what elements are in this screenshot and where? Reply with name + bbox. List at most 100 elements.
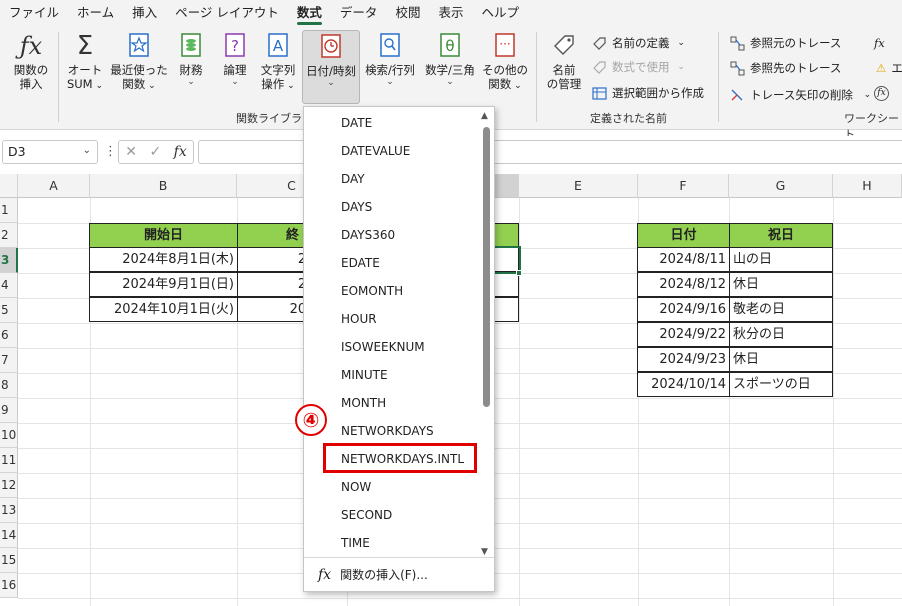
holiday-name-cell[interactable]: 山の日 — [729, 247, 833, 272]
autosum-label-1: オート — [67, 63, 103, 77]
column-header-g[interactable]: G — [729, 174, 833, 198]
enter-icon[interactable]: ✓ — [149, 144, 161, 160]
lookup-button[interactable]: 検索/行列 ⌄ — [364, 32, 416, 87]
recent-functions-button[interactable]: 最近使った 関数 ⌄ — [110, 32, 168, 93]
menu-item-second[interactable]: SECOND — [304, 501, 480, 529]
menu-item-datevalue[interactable]: DATEVALUE — [304, 137, 480, 165]
holiday-name-cell[interactable]: 休日 — [729, 347, 833, 372]
row-header-12[interactable]: 12 — [0, 473, 18, 498]
financial-button[interactable]: 財務 ⌄ — [172, 32, 210, 87]
more-functions-button[interactable]: ··· その他の 関数 ⌄ — [482, 32, 528, 93]
datetime-button[interactable]: 日付/時刻 ⌄ — [302, 30, 360, 104]
holiday-name-cell[interactable]: スポーツの日 — [729, 372, 833, 397]
holiday-date-cell[interactable]: 2024/9/16 — [637, 297, 730, 322]
evaluate-formula-button[interactable]: fx — [874, 86, 889, 101]
row-header-15[interactable]: 15 — [0, 548, 18, 573]
row-header-3[interactable]: 3 — [0, 248, 18, 273]
holiday-date-cell[interactable]: 2024/8/11 — [637, 247, 730, 272]
row-header-8[interactable]: 8 — [0, 373, 18, 398]
menu-item-hour[interactable]: HOUR — [304, 305, 480, 333]
menu-item-networkdays[interactable]: NETWORKDAYS — [304, 417, 480, 445]
menu-item-days360[interactable]: DAYS360 — [304, 221, 480, 249]
trace-precedents-button[interactable]: 参照元のトレース — [730, 34, 841, 52]
select-all-corner[interactable] — [0, 174, 18, 198]
row-header-7[interactable]: 7 — [0, 348, 18, 373]
row-header-4[interactable]: 4 — [0, 273, 18, 298]
name-manager-button[interactable]: 名前 の管理 — [542, 32, 586, 91]
error-checking-button[interactable]: ⚠ エ — [876, 59, 902, 77]
column-header-b[interactable]: B — [90, 174, 237, 198]
header-holiday-name[interactable]: 祝日 — [729, 223, 833, 248]
start-date-cell[interactable]: 2024年10月1日(火) — [89, 297, 238, 322]
column-header-e[interactable]: E — [519, 174, 638, 198]
define-name-button[interactable]: 名前の定義 ⌄ — [592, 34, 685, 52]
menu-item-days[interactable]: DAYS — [304, 193, 480, 221]
cancel-icon[interactable]: ✕ — [125, 144, 137, 160]
scroll-down-icon[interactable]: ▼ — [481, 547, 488, 557]
text-functions-button[interactable]: A 文字列 操作 ⌄ — [258, 32, 298, 93]
dropdown-scrollbar[interactable]: ▲ ▼ — [480, 111, 492, 557]
insert-function-icon[interactable]: fx — [174, 144, 187, 160]
tab-help[interactable]: ヘルプ — [472, 0, 528, 26]
logical-button[interactable]: ? 論理 ⌄ — [216, 32, 254, 87]
row-header-9[interactable]: 9 — [0, 398, 18, 423]
name-box[interactable]: D3 ⌄ — [2, 140, 98, 164]
tab-page-layout[interactable]: ページ レイアウト — [166, 0, 288, 26]
tab-file[interactable]: ファイル — [0, 0, 68, 26]
scrollbar-thumb[interactable] — [483, 127, 490, 407]
remove-arrows-button[interactable]: トレース矢印の削除 ⌄ — [730, 86, 871, 104]
holiday-name-cell[interactable]: 敬老の日 — [729, 297, 833, 322]
column-header-f[interactable]: F — [638, 174, 729, 198]
tab-data[interactable]: データ — [331, 0, 387, 26]
row-header-16[interactable]: 16 — [0, 573, 18, 598]
menu-item-isoweeknum[interactable]: ISOWEEKNUM — [304, 333, 480, 361]
column-header-h[interactable]: H — [833, 174, 902, 198]
tab-home[interactable]: ホーム — [68, 0, 123, 26]
row-header-14[interactable]: 14 — [0, 523, 18, 548]
menu-item-edate[interactable]: EDATE — [304, 249, 480, 277]
insert-function-button[interactable]: ƒx 関数の 挿入 — [8, 32, 54, 91]
holiday-date-cell[interactable]: 2024/10/14 — [637, 372, 730, 397]
holiday-date-cell[interactable]: 2024/9/23 — [637, 347, 730, 372]
insert-function-menu-item[interactable]: fx 関数の挿入(F)... — [304, 557, 494, 591]
fill-handle[interactable] — [516, 270, 522, 276]
math-button[interactable]: θ 数学/三角 ⌄ — [422, 32, 478, 87]
row-header-2[interactable]: 2 — [0, 223, 18, 248]
menu-item-eomonth[interactable]: EOMONTH — [304, 277, 480, 305]
row-header-5[interactable]: 5 — [0, 298, 18, 323]
menu-item-day[interactable]: DAY — [304, 165, 480, 193]
row-header-11[interactable]: 11 — [0, 448, 18, 473]
tab-review[interactable]: 校閲 — [386, 0, 429, 26]
error-checking-label: エ — [891, 61, 902, 75]
scroll-up-icon[interactable]: ▲ — [481, 111, 488, 121]
menu-item-date[interactable]: DATE — [304, 109, 480, 137]
recent-label-1: 最近使った — [110, 63, 168, 77]
holiday-name-cell[interactable]: 休日 — [729, 272, 833, 297]
row-header-10[interactable]: 10 — [0, 423, 18, 448]
row-header-1[interactable]: 1 — [0, 198, 18, 223]
start-date-cell[interactable]: 2024年9月1日(日) — [89, 272, 238, 297]
row-header-6[interactable]: 6 — [0, 323, 18, 348]
tab-insert[interactable]: 挿入 — [123, 0, 166, 26]
tab-view[interactable]: 表示 — [429, 0, 472, 26]
holiday-date-cell[interactable]: 2024/8/12 — [637, 272, 730, 297]
header-holiday-date[interactable]: 日付 — [637, 223, 730, 248]
menu-item-now[interactable]: NOW — [304, 473, 480, 501]
more-options-icon[interactable]: ⋮ — [104, 144, 117, 159]
header-start-date[interactable]: 開始日 — [89, 223, 238, 248]
holiday-name-cell[interactable]: 秋分の日 — [729, 322, 833, 347]
chevron-down-icon[interactable]: ⌄ — [83, 145, 91, 156]
row-header-13[interactable]: 13 — [0, 498, 18, 523]
show-formulas-button[interactable]: fx — [874, 34, 885, 52]
trace-dependents-button[interactable]: 参照先のトレース — [730, 59, 841, 77]
menu-item-minute[interactable]: MINUTE — [304, 361, 480, 389]
start-date-cell[interactable]: 2024年8月1日(木) — [89, 247, 238, 272]
holiday-date-cell[interactable]: 2024/9/22 — [637, 322, 730, 347]
column-header-a[interactable]: A — [18, 174, 90, 198]
create-from-selection-button[interactable]: 選択範囲から作成 — [592, 84, 704, 102]
autosum-button[interactable]: Σ オート SUM ⌄ — [62, 32, 108, 93]
tab-formulas[interactable]: 数式 — [288, 0, 331, 26]
menu-item-month[interactable]: MONTH — [304, 389, 480, 417]
menu-item-time[interactable]: TIME — [304, 529, 480, 557]
use-in-formula-button[interactable]: 数式で使用 ⌄ — [592, 58, 685, 76]
